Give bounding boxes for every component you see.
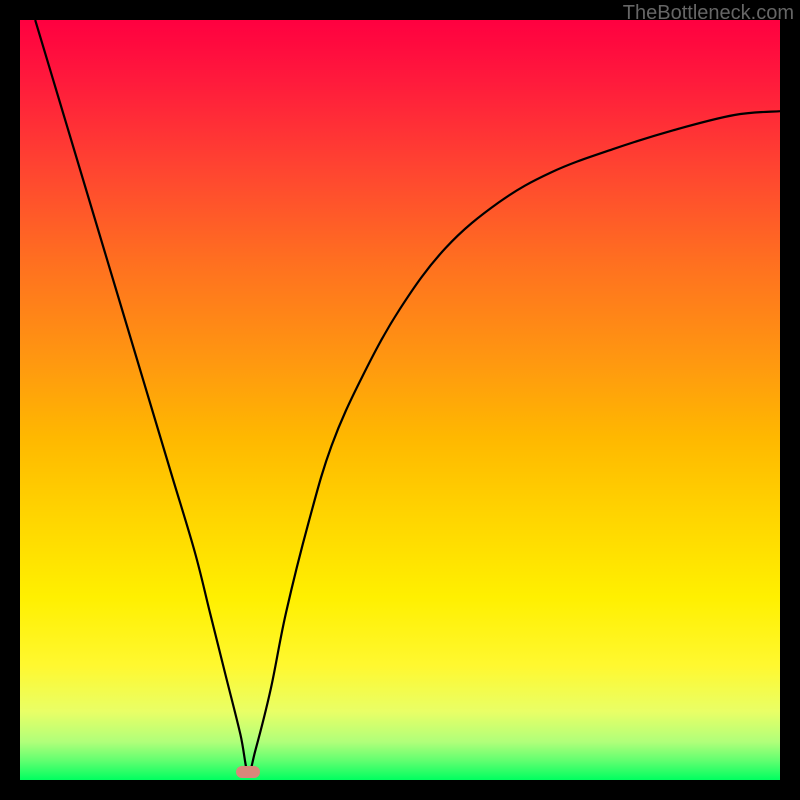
bottleneck-curve-path <box>35 20 780 773</box>
bottleneck-curve-svg <box>20 20 780 780</box>
watermark-text: TheBottleneck.com <box>623 2 794 25</box>
optimal-point-marker <box>236 766 260 778</box>
